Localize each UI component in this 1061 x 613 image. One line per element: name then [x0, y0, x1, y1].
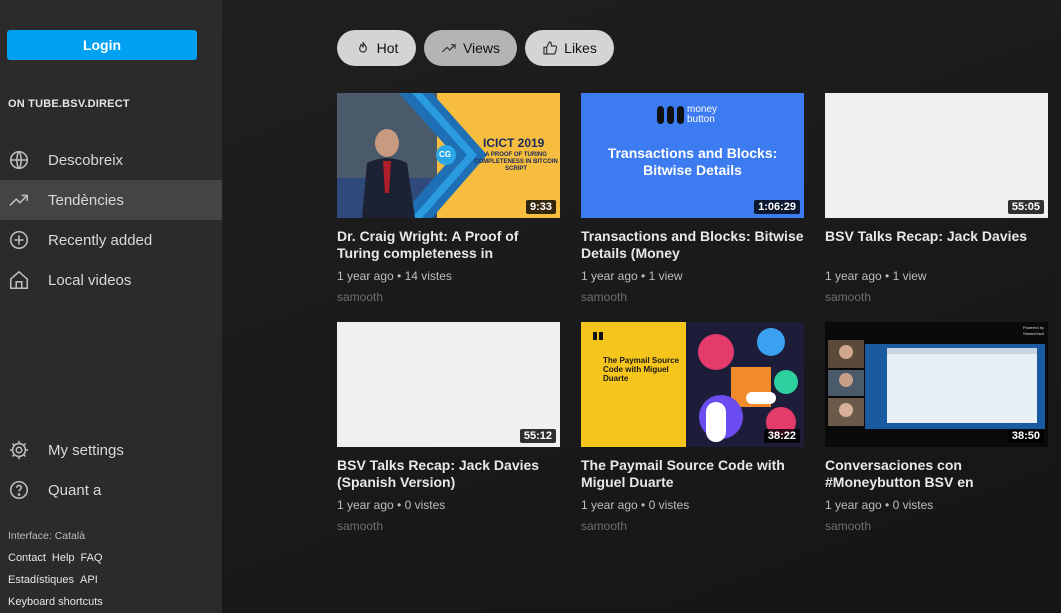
- plus-circle-icon: [8, 229, 30, 251]
- video-card[interactable]: The Paymail Source Code with Miguel Duarte…: [581, 322, 804, 533]
- video-card[interactable]: Powered by StreamYard 38:50 Conversacione…: [825, 322, 1048, 533]
- video-meta: 1 year ago • 0 vistes: [337, 498, 446, 512]
- video-meta: 1 year ago • 1 view: [581, 269, 683, 283]
- video-meta: 1 year ago • 14 vistes: [337, 269, 452, 283]
- api-link[interactable]: API: [80, 574, 98, 586]
- video-thumbnail[interactable]: 55:12: [337, 322, 560, 447]
- nav-item-about[interactable]: Quant a: [0, 470, 222, 510]
- filter-views-button[interactable]: Views: [424, 30, 517, 66]
- nav-item-local-videos[interactable]: Local videos: [0, 260, 222, 300]
- video-title[interactable]: The Paymail Source Code with Miguel Duar…: [581, 457, 804, 491]
- contact-link[interactable]: Contact: [8, 552, 46, 564]
- interface-language[interactable]: Interface: Català: [8, 530, 85, 542]
- video-thumbnail[interactable]: The Paymail Source Code with Miguel Duarte…: [581, 322, 804, 447]
- filter-label: Views: [462, 40, 501, 56]
- thumb-brand: money button: [687, 104, 718, 125]
- thumbs-up-icon: [543, 41, 558, 55]
- thumb-logo-text: CG: [439, 150, 451, 159]
- nav-label: Local videos: [48, 271, 132, 289]
- thumb-heading: ICICT 2019: [483, 136, 545, 150]
- help-link[interactable]: Help: [52, 552, 75, 564]
- duration-badge: 55:05: [1007, 200, 1044, 214]
- faq-link[interactable]: FAQ: [81, 552, 103, 564]
- duration-badge: 55:12: [519, 429, 556, 443]
- thumb-heading: Transactions and Blocks: Bitwise Details: [607, 145, 778, 178]
- video-channel[interactable]: samooth: [581, 519, 804, 533]
- sidebar: Login ON TUBE.BSV.DIRECT Descobreix Tend…: [0, 0, 222, 613]
- duration-badge: 1:06:29: [754, 200, 800, 214]
- video-title[interactable]: BSV Talks Recap: Jack Davies (Spanish Ve…: [337, 457, 560, 491]
- trending-icon: [8, 189, 30, 211]
- nav-item-settings[interactable]: My settings: [0, 430, 222, 470]
- login-button[interactable]: Login: [7, 30, 197, 60]
- gear-icon: [8, 439, 30, 461]
- video-thumbnail[interactable]: 55:05: [825, 93, 1048, 218]
- video-channel[interactable]: samooth: [581, 290, 804, 304]
- filter-label: Hot: [376, 40, 399, 56]
- video-title[interactable]: Conversaciones con #Moneybutton BSV en: [825, 457, 1048, 491]
- nav-item-trending[interactable]: Tendències: [0, 180, 222, 220]
- flame-icon: [358, 41, 367, 53]
- keyboard-shortcuts-link[interactable]: Keyboard shortcuts: [8, 596, 103, 608]
- video-channel[interactable]: samooth: [825, 519, 1048, 533]
- video-card[interactable]: money button Transactions and Blocks: Bitw…: [581, 93, 804, 304]
- moneybutton-logo-icon: [657, 106, 684, 124]
- video-channel[interactable]: samooth: [337, 290, 560, 304]
- nav-label: Recently added: [48, 231, 153, 249]
- main-content: Hot Views Likes ICICT 2019 A PROOF OF TU…: [222, 0, 1061, 613]
- nav-label: Quant a: [48, 481, 102, 499]
- video-thumbnail[interactable]: Powered by StreamYard 38:50: [825, 322, 1048, 447]
- video-title[interactable]: BSV Talks Recap: Jack Davies: [825, 228, 1048, 262]
- footer-links-2: Estadístiques API: [8, 574, 104, 586]
- trending-icon: [441, 44, 456, 53]
- video-title[interactable]: Dr. Craig Wright: A Proof of Turing comp…: [337, 228, 560, 262]
- video-channel[interactable]: samooth: [825, 290, 1048, 304]
- duration-badge: 38:50: [1007, 429, 1044, 443]
- filter-hot-button[interactable]: Hot: [337, 30, 416, 66]
- video-thumbnail[interactable]: money button Transactions and Blocks: Bitw…: [581, 93, 804, 218]
- nav-label: Descobreix: [48, 151, 124, 169]
- thumb-heading: The Paymail Source Code with Miguel Duarte: [603, 356, 680, 383]
- streamyard-badge: Powered by StreamYard: [1022, 325, 1044, 336]
- video-meta: 1 year ago • 0 vistes: [825, 498, 934, 512]
- nav-item-discover[interactable]: Descobreix: [0, 140, 222, 180]
- footer-links-1: Contact Help FAQ: [8, 552, 109, 564]
- video-card[interactable]: 55:05 BSV Talks Recap: Jack Davies 1 yea…: [825, 93, 1048, 304]
- video-meta: 1 year ago • 0 vistes: [581, 498, 690, 512]
- video-card[interactable]: 55:12 BSV Talks Recap: Jack Davies (Span…: [337, 322, 560, 533]
- duration-badge: 38:22: [763, 429, 800, 443]
- filter-likes-button[interactable]: Likes: [525, 30, 614, 66]
- video-title[interactable]: Transactions and Blocks: Bitwise Details…: [581, 228, 804, 262]
- nav-label: Tendències: [48, 191, 124, 209]
- thumb-subheading: A PROOF OF TURING COMPLETENESS IN BITCOI…: [474, 152, 558, 172]
- footer-links-3: Keyboard shortcuts: [8, 596, 109, 608]
- help-icon: [8, 479, 30, 501]
- nav-label: My settings: [48, 441, 124, 459]
- nav-item-recently-added[interactable]: Recently added: [0, 220, 222, 260]
- duration-badge: 9:33: [525, 200, 556, 214]
- video-thumbnail[interactable]: ICICT 2019 A PROOF OF TURING COMPLETENES…: [337, 93, 560, 218]
- globe-icon: [8, 149, 30, 171]
- home-icon: [8, 269, 30, 291]
- video-card[interactable]: ICICT 2019 A PROOF OF TURING COMPLETENES…: [337, 93, 560, 304]
- filter-label: Likes: [564, 40, 597, 56]
- video-meta: 1 year ago • 1 view: [825, 269, 927, 283]
- section-title: ON TUBE.BSV.DIRECT: [8, 98, 130, 110]
- video-channel[interactable]: samooth: [337, 519, 560, 533]
- stats-link[interactable]: Estadístiques: [8, 574, 74, 586]
